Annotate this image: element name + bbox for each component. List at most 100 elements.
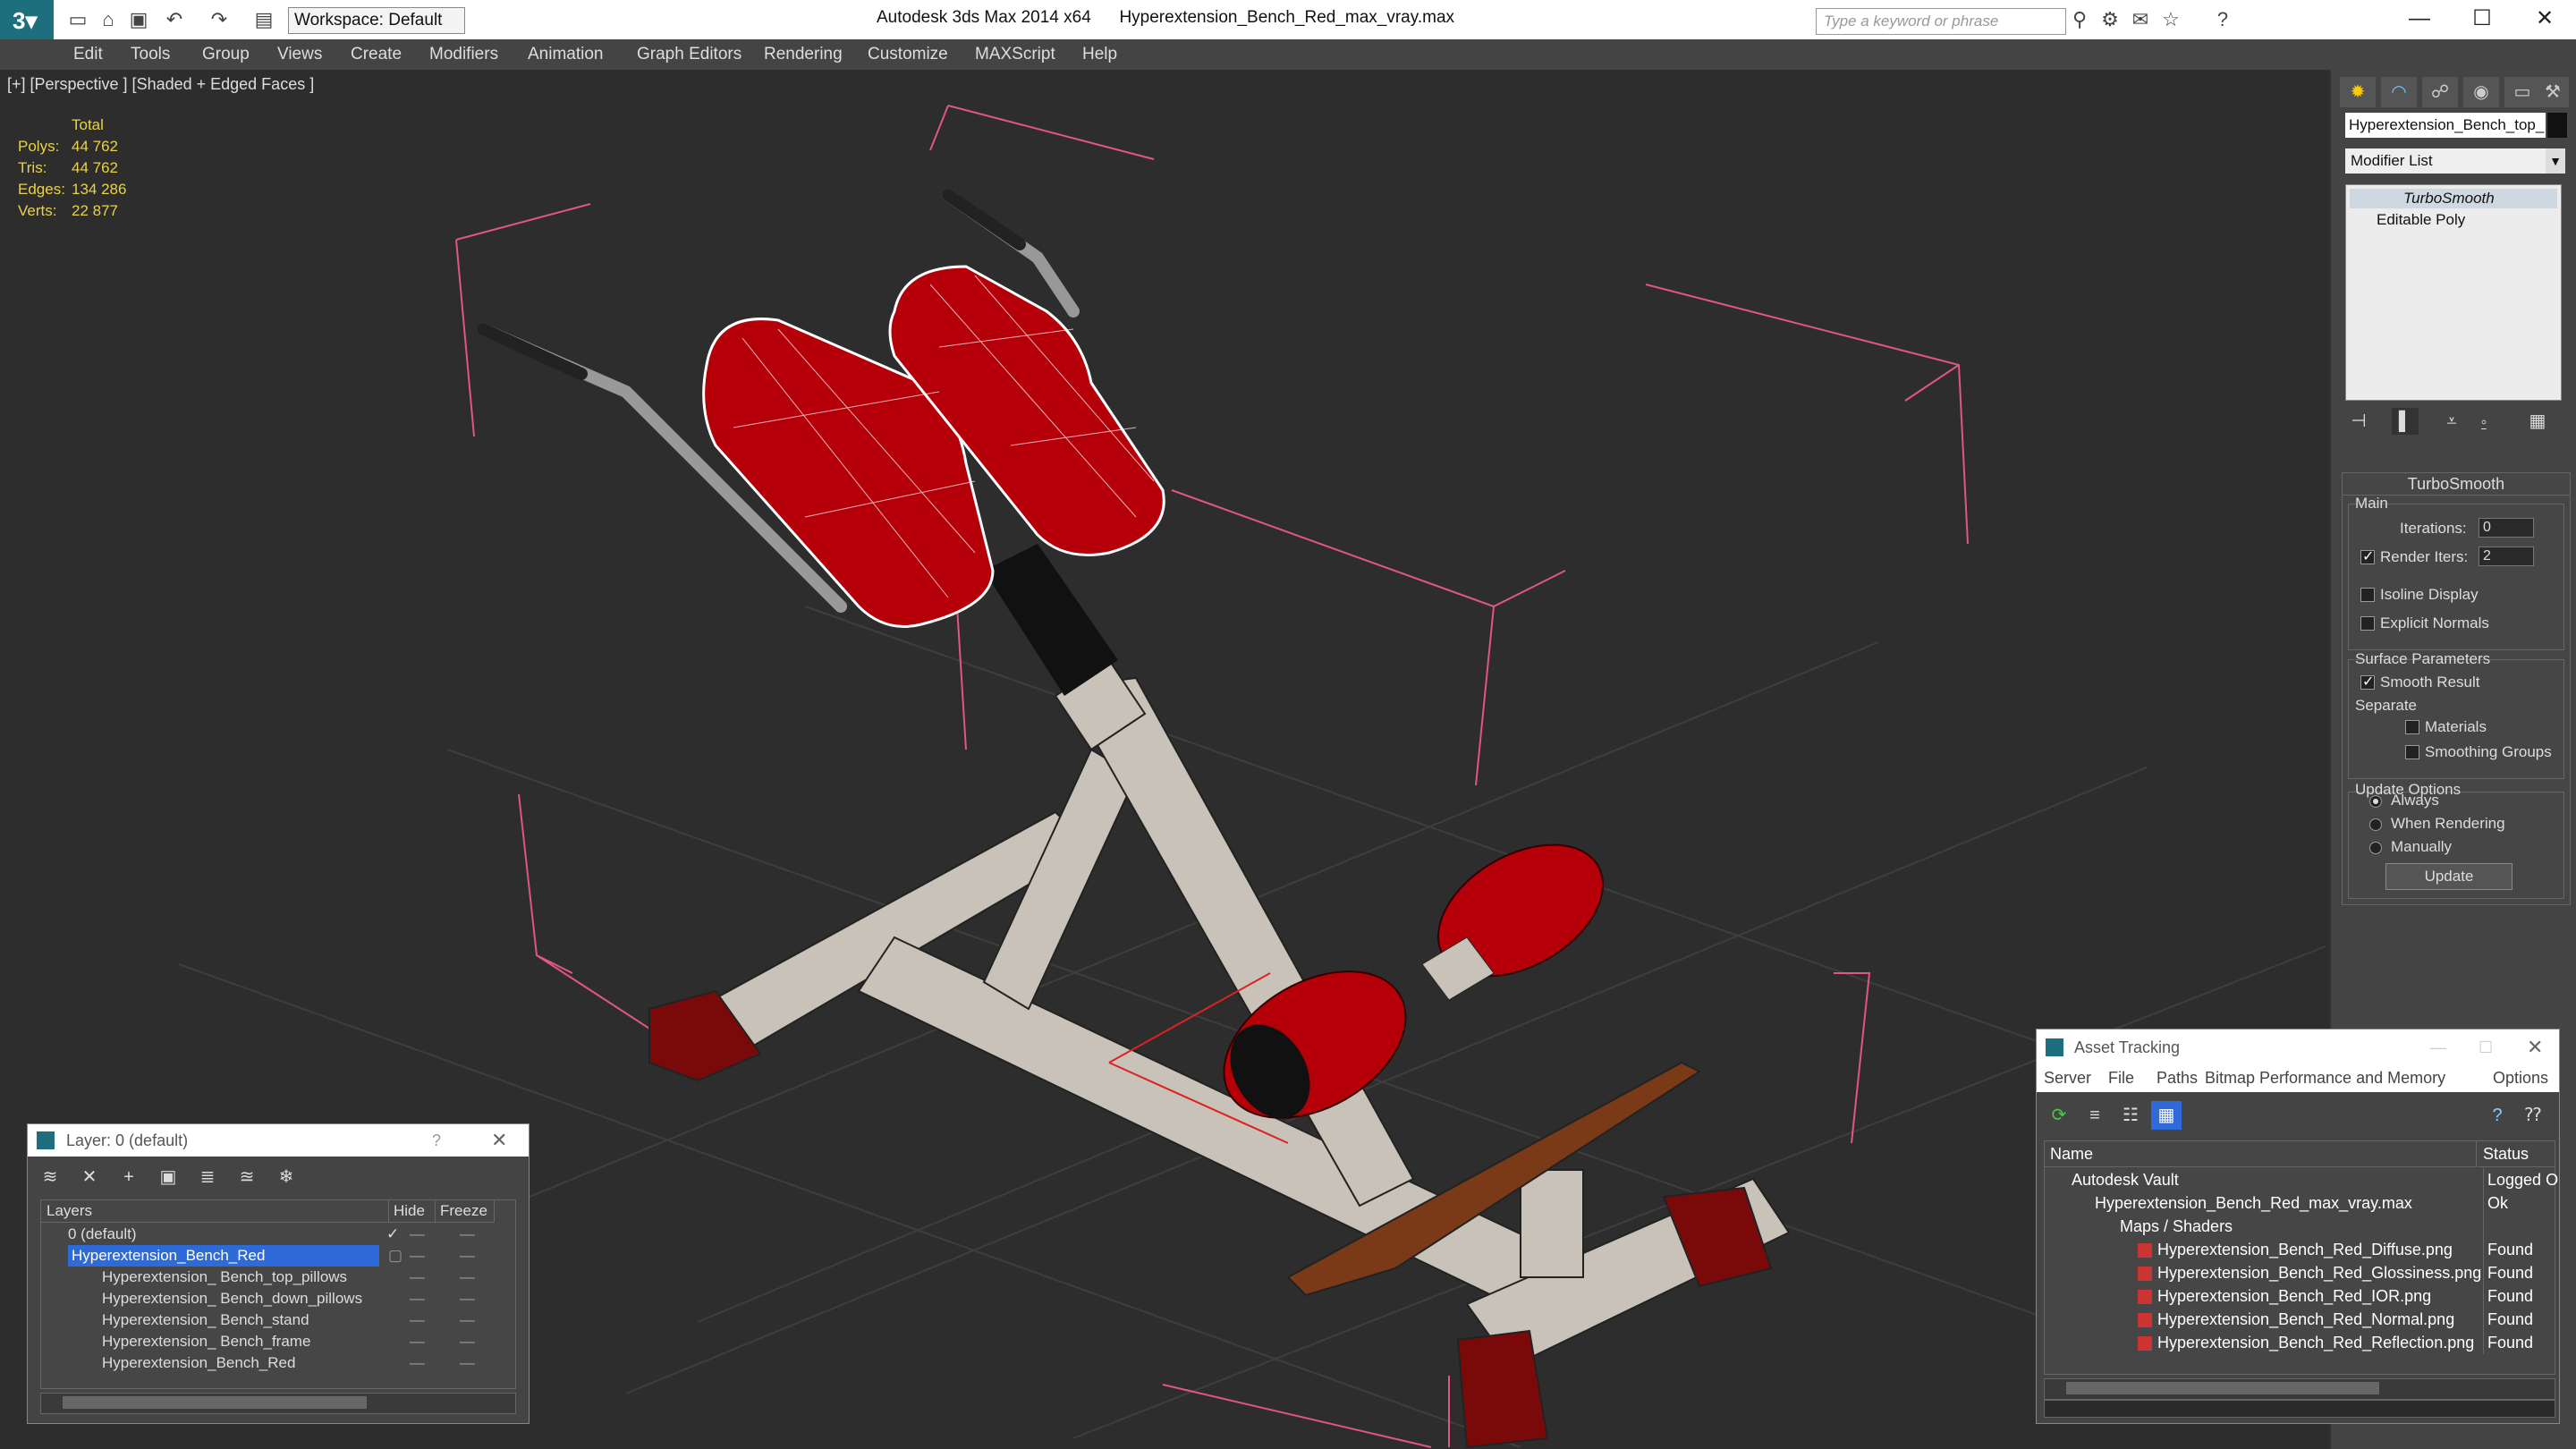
current-layer-check-icon[interactable]: ✓ <box>386 1224 404 1245</box>
motion-tab-icon[interactable]: ◉ <box>2463 77 2499 107</box>
asset-path-field[interactable] <box>2044 1400 2555 1418</box>
add-to-layer-icon[interactable]: + <box>115 1164 142 1191</box>
iterations-spinner[interactable]: 0 <box>2479 518 2534 538</box>
binoculars-icon[interactable]: ⚲ <box>2066 6 2093 33</box>
layer-row[interactable]: 0 (default) ✓ — — <box>41 1224 515 1245</box>
open-file-icon[interactable]: ⌂ <box>95 6 122 33</box>
new-file-icon[interactable]: ▭ <box>64 6 91 33</box>
app-menu-button[interactable]: 3▾ <box>0 0 54 39</box>
create-layer-icon[interactable]: ≋ <box>37 1164 64 1191</box>
menu-options[interactable]: Options <box>2493 1069 2548 1088</box>
col-status[interactable]: Status <box>2478 1141 2555 1167</box>
menu-maxscript[interactable]: MAXScript <box>975 45 1055 64</box>
layer-row[interactable]: Hyperextension_ Bench_top_pillows — — <box>41 1267 515 1288</box>
menu-group[interactable]: Group <box>202 45 250 64</box>
table-row[interactable]: Hyperextension_Bench_Red_Glossiness.png F… <box>2045 1261 2555 1284</box>
display-tab-icon[interactable]: ▭ <box>2504 77 2540 107</box>
remove-modifier-icon[interactable]: ⍛ <box>2470 408 2497 435</box>
smooth-result-checkbox[interactable] <box>2360 673 2375 691</box>
object-color-swatch[interactable] <box>2547 113 2567 138</box>
explicit-normals-checkbox[interactable] <box>2360 616 2375 631</box>
layer-window-titlebar[interactable]: Layer: 0 (default) ? ✕ <box>28 1124 529 1157</box>
menu-views[interactable]: Views <box>277 45 322 64</box>
close-icon[interactable]: ✕ <box>491 1124 507 1157</box>
maximize-icon[interactable]: ☐ <box>2460 4 2504 34</box>
project-folder-icon[interactable]: ▤ <box>250 6 277 33</box>
minimize-icon[interactable]: — <box>2397 4 2442 34</box>
table-row[interactable]: Hyperextension_Bench_Red_Reflection.png F… <box>2045 1331 2555 1354</box>
menu-graph-editors[interactable]: Graph Editors <box>637 45 741 64</box>
menu-modifiers[interactable]: Modifiers <box>429 45 498 64</box>
search-input[interactable]: Type a keyword or phrase <box>1816 8 2066 35</box>
table-row[interactable]: Hyperextension_Bench_Red_Diffuse.png Foun… <box>2045 1238 2555 1261</box>
help-icon[interactable]: ? <box>2482 1101 2512 1130</box>
when-rendering-radio[interactable] <box>2369 818 2382 831</box>
menu-tools[interactable]: Tools <box>131 45 170 64</box>
rollout-title[interactable]: TurboSmooth <box>2343 473 2570 496</box>
isoline-checkbox[interactable] <box>2360 588 2375 602</box>
menu-bitmap-performance[interactable]: Bitmap Performance and Memory <box>2205 1069 2445 1088</box>
menu-create[interactable]: Create <box>351 45 402 64</box>
list-view-icon[interactable]: ≡ <box>2080 1101 2110 1130</box>
select-objects-icon[interactable]: ▣ <box>155 1164 182 1191</box>
stack-item-editable-poly[interactable]: Editable Poly <box>2350 210 2557 230</box>
menu-paths[interactable]: Paths <box>2157 1069 2198 1088</box>
manually-radio[interactable] <box>2369 842 2382 854</box>
table-row[interactable]: Hyperextension_Bench_Red_Normal.png Found <box>2045 1308 2555 1331</box>
workspace-dropdown[interactable]: Workspace: Default <box>288 7 465 34</box>
communication-icon[interactable]: ✉ <box>2127 6 2154 33</box>
highlight-layer-icon[interactable]: ≣ <box>194 1164 221 1191</box>
col-freeze[interactable]: Freeze <box>435 1200 495 1223</box>
freeze-all-icon[interactable]: ❄ <box>273 1164 300 1191</box>
col-layers[interactable]: Layers <box>41 1200 389 1223</box>
help-icon[interactable]: ? <box>2209 6 2236 33</box>
modifier-list-dropdown[interactable]: Modifier List ▼ <box>2345 148 2565 174</box>
layer-row[interactable]: Hyperextension_ Bench_down_pillows — — <box>41 1288 515 1309</box>
scroll-thumb[interactable] <box>63 1396 367 1409</box>
hierarchy-tab-icon[interactable]: ☍ <box>2422 77 2458 107</box>
subscription-icon[interactable]: ⚙ <box>2097 6 2123 33</box>
close-icon[interactable]: ✕ <box>2527 1030 2543 1065</box>
scroll-thumb[interactable] <box>2066 1382 2379 1394</box>
layer-row[interactable]: Hyperextension_ Bench_frame — — <box>41 1331 515 1352</box>
help-icon[interactable]: ? <box>432 1124 441 1157</box>
tree-view-icon[interactable]: ☷ <box>2115 1101 2146 1130</box>
create-tab-icon[interactable]: ✹ <box>2340 77 2376 107</box>
configure-sets-icon[interactable]: ▦ <box>2524 408 2551 435</box>
minimize-icon[interactable]: — <box>2430 1030 2446 1065</box>
object-name-field[interactable]: Hyperextension_Bench_top_ <box>2345 113 2546 138</box>
utilities-tab-icon[interactable]: ⚒ <box>2537 77 2569 107</box>
table-row[interactable]: Maps / Shaders <box>2045 1215 2555 1238</box>
table-view-icon[interactable]: ▦ <box>2151 1101 2182 1130</box>
refresh-icon[interactable]: ⟳ <box>2044 1101 2074 1130</box>
stack-item-turbosmooth[interactable]: TurboSmooth <box>2350 189 2557 208</box>
favorites-icon[interactable]: ☆ <box>2157 6 2184 33</box>
make-unique-icon[interactable]: ⩡ <box>2438 408 2465 435</box>
smoothing-groups-checkbox[interactable] <box>2405 745 2419 759</box>
col-name[interactable]: Name <box>2045 1141 2477 1167</box>
show-end-result-icon[interactable]: ▌ <box>2392 408 2419 435</box>
asset-window-titlebar[interactable]: Asset Tracking — ☐ ✕ <box>2037 1030 2559 1065</box>
menu-customize[interactable]: Customize <box>868 45 948 64</box>
undo-icon[interactable]: ↶ <box>161 6 188 33</box>
delete-layer-icon[interactable]: ✕ <box>76 1164 103 1191</box>
asset-horizontal-scrollbar[interactable] <box>2044 1378 2555 1400</box>
save-file-icon[interactable]: ▣ <box>125 6 152 33</box>
menu-server[interactable]: Server <box>2044 1069 2091 1088</box>
menu-animation[interactable]: Animation <box>528 45 604 64</box>
materials-checkbox[interactable] <box>2405 720 2419 734</box>
context-help-icon[interactable]: ⁇ <box>2518 1101 2548 1130</box>
layer-row[interactable]: Hyperextension_Bench_Red — — <box>41 1352 515 1374</box>
menu-edit[interactable]: Edit <box>73 45 103 64</box>
update-button[interactable]: Update <box>2385 863 2512 890</box>
modify-tab-icon[interactable]: ◠ <box>2381 77 2417 107</box>
table-row[interactable]: Hyperextension_Bench_Red_max_vray.max Ok <box>2045 1191 2555 1215</box>
hide-all-icon[interactable]: ≊ <box>233 1164 260 1191</box>
redo-icon[interactable]: ↷ <box>206 6 233 33</box>
layer-row[interactable]: Hyperextension_ Bench_stand — — <box>41 1309 515 1331</box>
layer-row[interactable]: Hyperextension_Bench_Red ▢ — — <box>41 1245 515 1267</box>
menu-file[interactable]: File <box>2108 1069 2134 1088</box>
pin-stack-icon[interactable]: ⊣ <box>2345 408 2372 435</box>
close-icon[interactable]: ✕ <box>2522 4 2567 34</box>
always-radio[interactable] <box>2369 795 2382 808</box>
